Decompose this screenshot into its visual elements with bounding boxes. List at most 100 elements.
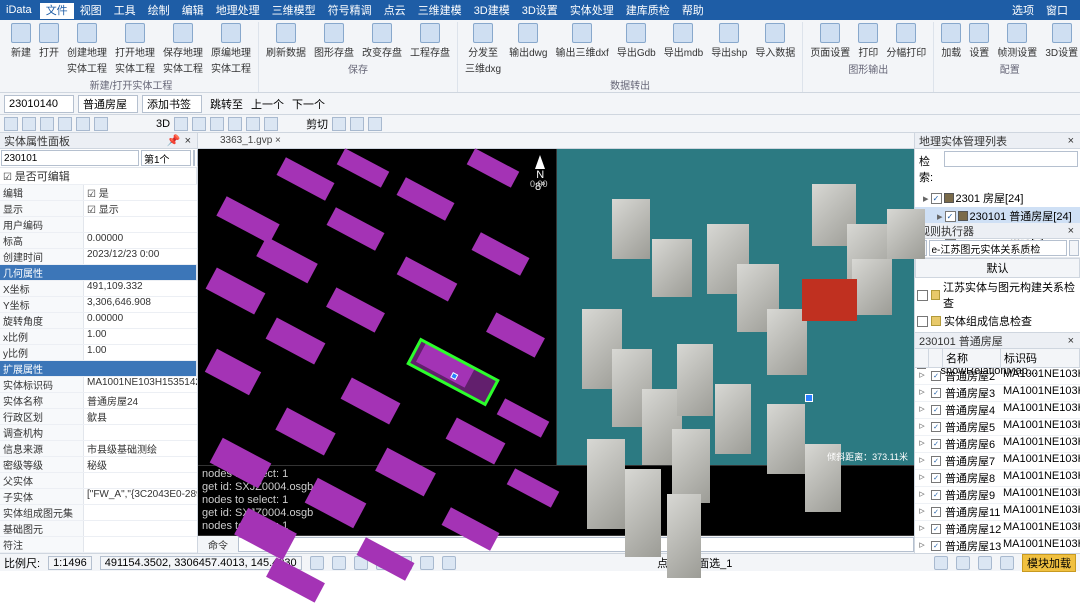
prop-value[interactable] — [84, 217, 197, 232]
status-icon[interactable] — [1000, 556, 1014, 570]
building-2d[interactable] — [497, 398, 550, 437]
status-icon[interactable] — [332, 556, 346, 570]
ribbon-button[interactable]: 分幅打印 — [883, 22, 929, 60]
building-2d[interactable] — [446, 417, 506, 464]
menu-5[interactable]: 地理处理 — [210, 3, 266, 19]
viewport-3d[interactable]: 倾斜距离：373.11米 — [557, 149, 915, 465]
entity-index-input[interactable] — [141, 150, 191, 166]
nav-button[interactable]: 下一个 — [292, 99, 325, 111]
pin-icon[interactable]: 📌 — [165, 134, 183, 147]
menu-13[interactable]: 建库质检 — [620, 3, 676, 19]
prop-value[interactable]: 歙县 — [84, 409, 197, 424]
prop-value[interactable] — [84, 521, 197, 536]
tool-icon[interactable] — [76, 117, 90, 131]
menu-2[interactable]: 工具 — [108, 3, 142, 19]
building-2d[interactable] — [206, 267, 266, 314]
building-2d[interactable] — [486, 312, 545, 357]
tool-icon[interactable] — [174, 117, 188, 131]
table-row[interactable]: ▹普通房屋6MA1001NE103H1535... — [915, 436, 1080, 453]
tool-icon[interactable] — [264, 117, 278, 131]
building-2d[interactable] — [277, 157, 335, 200]
menu-14[interactable]: 帮助 — [676, 3, 710, 19]
status-icon[interactable] — [420, 556, 434, 570]
ribbon-button[interactable]: 新建 — [8, 22, 34, 76]
building-2d[interactable] — [327, 207, 385, 250]
prop-value[interactable]: 市县级基础测绘 — [84, 441, 197, 456]
tool-icon[interactable] — [246, 117, 260, 131]
status-icon[interactable] — [978, 556, 992, 570]
table-row[interactable]: ▹普通房屋12MA1001NE103H1535... — [915, 521, 1080, 538]
menu-right[interactable]: 选项 — [1006, 3, 1040, 19]
rule-item[interactable]: 江苏实体与图元构建关系检查 — [915, 278, 1080, 312]
selection-handle[interactable] — [450, 372, 458, 380]
table-row[interactable]: ▹普通房屋3MA1001NE103H1535... — [915, 385, 1080, 402]
ribbon-button[interactable]: 输出dwg — [506, 22, 550, 76]
prop-value[interactable]: MA1001NE103H15351422... — [84, 377, 197, 392]
prop-value[interactable] — [84, 505, 197, 520]
building-3d[interactable] — [715, 384, 751, 454]
table-row[interactable]: ▹普通房屋13MA1001NE103H1535... — [915, 538, 1080, 553]
tool-icon[interactable] — [350, 117, 364, 131]
prop-value[interactable]: 1.00 — [84, 345, 197, 360]
tool-icon[interactable] — [40, 117, 54, 131]
table-row[interactable]: ▹普通房屋7MA1001NE103H1535... — [915, 453, 1080, 470]
tool-icon[interactable] — [192, 117, 206, 131]
bookmark-combo[interactable]: 添加书签 — [142, 95, 202, 113]
status-icon[interactable] — [310, 556, 324, 570]
tool-icon[interactable] — [58, 117, 72, 131]
ribbon-button[interactable]: 导出mdb — [661, 22, 706, 76]
tool-icon[interactable] — [94, 117, 108, 131]
table-row[interactable]: ▹普通房屋9MA1001NE103H1535... — [915, 487, 1080, 504]
prop-value[interactable]: 491,109.332 — [84, 281, 197, 296]
building-2d[interactable] — [397, 257, 458, 302]
building-3d[interactable] — [887, 209, 925, 259]
entity-search-input[interactable] — [944, 151, 1078, 167]
run-rule-button[interactable] — [1069, 240, 1080, 256]
building-3d[interactable] — [667, 494, 701, 578]
ribbon-button[interactable]: 3D设置 — [1042, 22, 1080, 60]
building-2d[interactable] — [397, 177, 455, 220]
ribbon-button[interactable]: 图形存盘 — [311, 22, 357, 60]
tool-icon[interactable] — [332, 117, 346, 131]
ribbon-button[interactable]: 打印 — [855, 22, 881, 60]
prop-value[interactable]: 普通房屋24 — [84, 393, 197, 408]
building-3d[interactable] — [767, 309, 807, 375]
menu-7[interactable]: 符号精调 — [322, 3, 378, 19]
prop-value[interactable] — [84, 473, 197, 488]
tool-icon[interactable] — [228, 117, 242, 131]
code-combo[interactable]: 23010140 — [4, 95, 74, 113]
building-2d[interactable] — [266, 317, 326, 364]
ribbon-button[interactable]: 导出shp — [708, 22, 750, 76]
table-row[interactable]: ▹普通房屋2MA1001NE103H1535... — [915, 368, 1080, 385]
prop-value[interactable]: 0.00000 — [84, 233, 197, 248]
prop-value[interactable] — [84, 537, 197, 552]
status-icon[interactable] — [934, 556, 948, 570]
building-2d[interactable] — [326, 287, 385, 332]
status-icon[interactable] — [956, 556, 970, 570]
prop-value[interactable]: ["FW_A","{3C2043E0-2897-... — [84, 489, 197, 504]
prop-value[interactable]: ☑ 是 — [84, 185, 197, 200]
ribbon-button[interactable]: 创建地理实体工程 — [64, 22, 110, 76]
refresh-button[interactable] — [193, 150, 195, 166]
ribbon-button[interactable]: 打开 — [36, 22, 62, 76]
building-2d[interactable] — [341, 377, 401, 424]
menu-11[interactable]: 3D设置 — [516, 3, 564, 19]
ribbon-button[interactable]: 分发至三维dxg — [462, 22, 504, 76]
building-3d[interactable] — [672, 429, 710, 503]
prop-value[interactable]: 3,306,646.908 — [84, 297, 197, 312]
ribbon-button[interactable]: 页面设置 — [807, 22, 853, 60]
close-icon[interactable]: × — [183, 135, 193, 147]
ribbon-button[interactable]: 改变存盘 — [359, 22, 405, 60]
rule-item[interactable]: 实体组成信息检查 — [915, 312, 1080, 330]
building-3d[interactable] — [677, 344, 713, 416]
status-icon[interactable] — [442, 556, 456, 570]
tool-icon[interactable] — [4, 117, 18, 131]
command-input[interactable] — [238, 537, 914, 552]
table-row[interactable]: ▹普通房屋4MA1001NE103H1535... — [915, 402, 1080, 419]
table-row[interactable]: ▹普通房屋8MA1001NE103H1535... — [915, 470, 1080, 487]
menu-0[interactable]: 文件 — [40, 3, 74, 19]
building-3d[interactable] — [652, 239, 692, 297]
building-3d[interactable] — [587, 439, 625, 529]
menu-9[interactable]: 三维建模 — [412, 3, 468, 19]
tab-icon[interactable] — [202, 135, 214, 147]
